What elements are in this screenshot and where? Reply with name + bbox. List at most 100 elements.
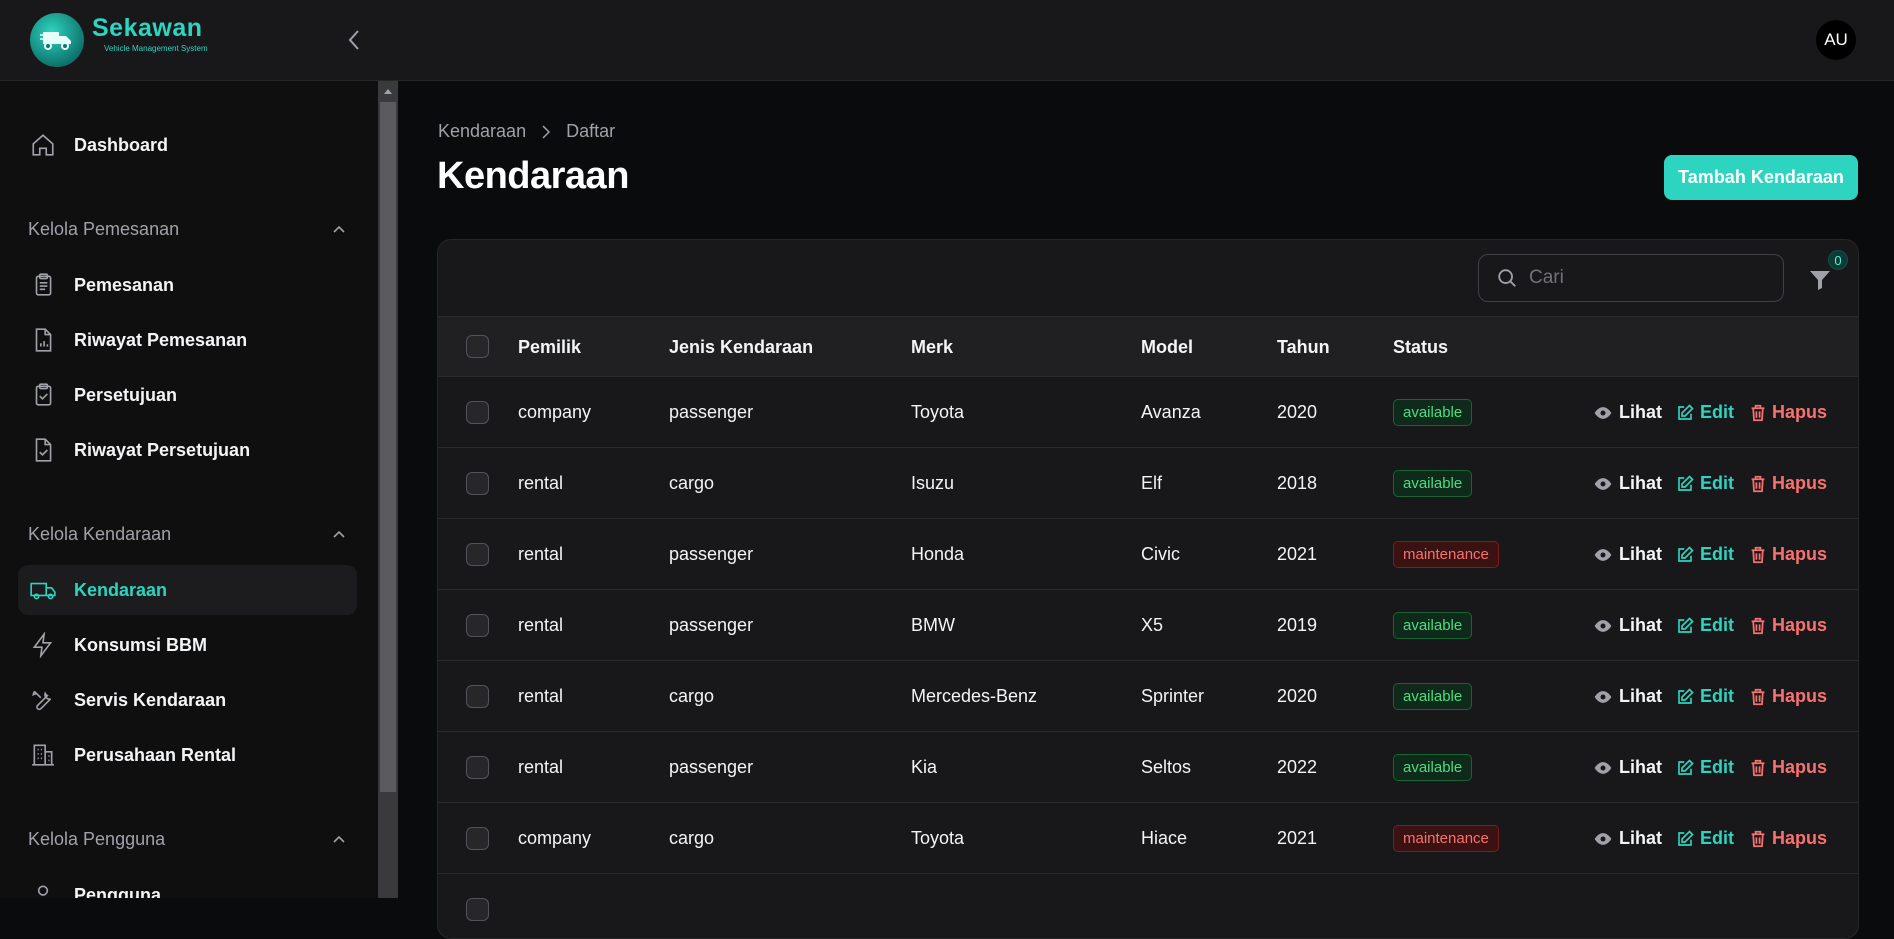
- cell-model: Elf: [1141, 473, 1163, 493]
- breadcrumb-item[interactable]: Kendaraan: [438, 121, 526, 142]
- view-button[interactable]: Lihat: [1593, 732, 1662, 803]
- avatar[interactable]: AU: [1816, 20, 1856, 60]
- cell-type: passenger: [669, 615, 754, 635]
- row-checkbox[interactable]: [466, 898, 489, 921]
- sidebar-collapse-button[interactable]: [340, 26, 368, 54]
- cell-status: maintenance: [1393, 803, 1499, 874]
- sidebar-item-konsumsi-bbm[interactable]: Konsumsi BBM: [18, 620, 357, 670]
- sidebar-item-dashboard[interactable]: Dashboard: [18, 120, 357, 170]
- scrollbar-thumb[interactable]: [380, 102, 396, 792]
- cell-brand: Mercedes-Benz: [911, 686, 1038, 706]
- truck-icon: [28, 575, 58, 605]
- row-checkbox[interactable]: [466, 685, 489, 708]
- chevron-up-icon: [333, 530, 345, 538]
- edit-button[interactable]: Edit: [1676, 732, 1734, 803]
- sidebar-item-pemesanan[interactable]: Pemesanan: [18, 260, 357, 310]
- column-header[interactable]: Jenis Kendaraan: [669, 317, 813, 378]
- edit-button[interactable]: Edit: [1676, 661, 1734, 732]
- sidebar-item-kendaraan[interactable]: Kendaraan: [18, 565, 357, 615]
- delete-button[interactable]: Hapus: [1750, 661, 1827, 732]
- row-checkbox[interactable]: [466, 472, 489, 495]
- cell-status: available: [1393, 590, 1473, 661]
- edit-button[interactable]: Edit: [1676, 448, 1734, 519]
- edit-label: Edit: [1700, 544, 1734, 564]
- column-header[interactable]: Tahun: [1277, 317, 1330, 378]
- delete-button[interactable]: Hapus: [1750, 519, 1827, 590]
- row-checkbox[interactable]: [466, 756, 489, 779]
- brand-name: Sekawan: [92, 14, 203, 42]
- column-header[interactable]: Status: [1393, 317, 1448, 378]
- search-box[interactable]: [1478, 254, 1784, 302]
- sidebar-scrollbar[interactable]: [378, 81, 398, 898]
- sidebar-item-label: Kendaraan: [74, 579, 168, 600]
- logo-truck-icon: [30, 13, 84, 67]
- edit-button[interactable]: Edit: [1676, 803, 1734, 874]
- cell-year: 2021: [1277, 544, 1318, 564]
- sidebar-group-pengguna[interactable]: Kelola Pengguna: [28, 824, 346, 854]
- edit-icon: [1678, 403, 1694, 420]
- filter-button[interactable]: [1804, 264, 1836, 296]
- cell-owner: company: [518, 828, 592, 848]
- edit-label: Edit: [1700, 402, 1734, 422]
- view-label: Lihat: [1619, 757, 1662, 777]
- sidebar-item-pengguna[interactable]: Pengguna: [18, 870, 357, 898]
- sidebar-item-perusahaan-rental[interactable]: Perusahaan Rental: [18, 730, 357, 780]
- delete-label: Hapus: [1772, 615, 1828, 635]
- sidebar-group-pemesanan[interactable]: Kelola Pemesanan: [28, 214, 346, 244]
- table-row: rental passenger Kia Seltos 2022 available Lih…: [438, 732, 1858, 803]
- trash-icon: [1751, 617, 1765, 634]
- row-checkbox[interactable]: [466, 543, 489, 566]
- column-header[interactable]: Model: [1141, 317, 1193, 378]
- column-header[interactable]: Pemilik: [518, 317, 581, 378]
- cell-status: available: [1393, 377, 1473, 448]
- delete-label: Hapus: [1772, 757, 1828, 777]
- cell-brand: Kia: [911, 757, 938, 777]
- add-vehicle-button[interactable]: Tambah Kendaraan: [1664, 155, 1858, 200]
- edit-button[interactable]: Edit: [1676, 377, 1734, 448]
- trash-icon: [1751, 404, 1765, 421]
- view-button[interactable]: Lihat: [1593, 448, 1662, 519]
- sidebar-item-servis-kendaraan[interactable]: Servis Kendaraan: [18, 675, 357, 725]
- delete-button[interactable]: Hapus: [1750, 448, 1827, 519]
- row-checkbox[interactable]: [466, 614, 489, 637]
- edit-button[interactable]: Edit: [1676, 519, 1734, 590]
- cell-brand: Honda: [911, 544, 965, 564]
- view-button[interactable]: Lihat: [1593, 519, 1662, 590]
- row-checkbox[interactable]: [466, 827, 489, 850]
- cell-model: Hiace: [1141, 828, 1188, 848]
- sidebar-item-riwayat-persetujuan[interactable]: Riwayat Persetujuan: [18, 425, 357, 475]
- search-icon: [1495, 266, 1519, 290]
- sidebar-group-kendaraan[interactable]: Kelola Kendaraan: [28, 519, 346, 549]
- cell-brand: Toyota: [911, 402, 965, 422]
- breadcrumb-item: Daftar: [566, 121, 616, 141]
- sidebar-item-persetujuan[interactable]: Persetujuan: [18, 370, 357, 420]
- delete-button[interactable]: Hapus: [1750, 732, 1827, 803]
- cell-owner: rental: [518, 473, 564, 493]
- edit-label: Edit: [1700, 828, 1734, 848]
- table-row: [438, 874, 1858, 938]
- delete-button[interactable]: Hapus: [1750, 590, 1827, 661]
- delete-button[interactable]: Hapus: [1750, 803, 1827, 874]
- view-button[interactable]: Lihat: [1593, 377, 1662, 448]
- row-checkbox[interactable]: [466, 401, 489, 424]
- view-button[interactable]: Lihat: [1593, 661, 1662, 732]
- search-input[interactable]: [1529, 267, 1769, 289]
- sidebar-item-riwayat-pemesanan[interactable]: Riwayat Pemesanan: [18, 315, 357, 365]
- status-badge: available: [1393, 683, 1473, 710]
- view-button[interactable]: Lihat: [1593, 590, 1662, 661]
- table-row: rental passenger BMW X5 2019 available Lihat Ed…: [438, 590, 1858, 661]
- delete-button[interactable]: Hapus: [1750, 377, 1827, 448]
- clipboard-icon: [28, 270, 58, 300]
- cell-model: Sprinter: [1141, 686, 1205, 706]
- table-header: Pemilik Jenis Kendaraan Merk Model Tahun…: [438, 316, 1858, 378]
- cell-status: available: [1393, 661, 1473, 732]
- column-header[interactable]: Merk: [911, 317, 953, 378]
- filter-icon: [1810, 271, 1830, 290]
- scroll-up-arrow-icon[interactable]: [378, 81, 398, 101]
- edit-button[interactable]: Edit: [1676, 590, 1734, 661]
- view-button[interactable]: Lihat: [1593, 803, 1662, 874]
- chevron-right-icon: [542, 124, 551, 139]
- select-all-checkbox[interactable]: [466, 335, 489, 358]
- trash-icon: [1751, 688, 1765, 705]
- cell-type: cargo: [669, 473, 715, 493]
